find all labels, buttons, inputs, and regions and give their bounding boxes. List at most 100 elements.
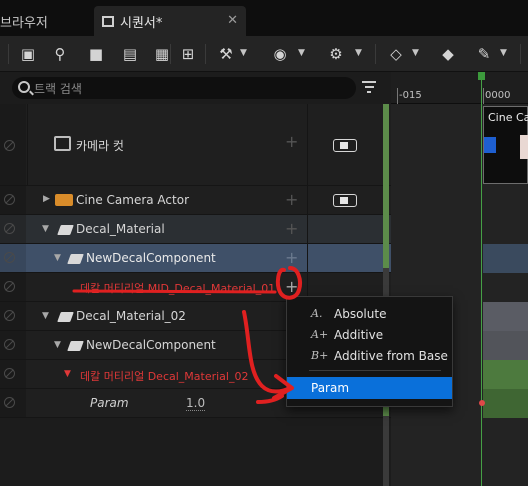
menu-item-absolute[interactable]: A. Absolute — [287, 304, 452, 324]
close-icon[interactable]: ✕ — [227, 13, 238, 28]
toolbar-divider — [170, 44, 171, 64]
track-label: 데칼 머티리얼 Decal_Material_02 — [80, 370, 249, 383]
track-label: NewDecalComponent — [86, 251, 216, 265]
tab-browser[interactable]: 브라우저 — [0, 6, 92, 36]
filter-icon[interactable] — [362, 81, 376, 95]
tab-bar: 브라우저 시퀀서* ✕ — [0, 0, 528, 36]
gear-icon[interactable]: ⚙ — [324, 42, 348, 66]
menu-item-param[interactable]: Param — [287, 377, 452, 399]
disabled-icon[interactable] — [4, 310, 15, 321]
search-input[interactable]: 트랙 검색 — [12, 77, 356, 99]
thumbnail-label: Cine Ca — [488, 111, 528, 124]
menu-item-additive[interactable]: A+ Additive — [287, 325, 452, 345]
chevron-down-icon[interactable]: ▼ — [54, 253, 61, 263]
disabled-icon[interactable] — [4, 140, 15, 151]
additive-icon: A+ — [311, 328, 329, 341]
track-gutter — [0, 273, 26, 301]
playhead-handle[interactable] — [478, 72, 485, 80]
menu-item-additive-from-base[interactable]: B+ Additive from Base — [287, 346, 452, 366]
menu-item-label: Param — [311, 381, 350, 395]
track-label: 데칼 머티리얼 MID_Decal_Material_01 — [80, 282, 276, 295]
track-gutter — [0, 389, 26, 417]
decal-actor-icon — [57, 312, 74, 322]
menu-item-label: Additive — [334, 328, 384, 342]
track-gutter — [0, 331, 26, 359]
track-gutter — [0, 302, 26, 330]
chevron-down-icon[interactable]: ▼ — [54, 340, 61, 350]
save-icon[interactable]: ▣ — [16, 42, 40, 66]
camera-lock-icon[interactable] — [333, 139, 357, 152]
add-track-icon[interactable]: + — [285, 132, 298, 151]
menu-divider — [309, 370, 441, 371]
track-row-camera-cut[interactable]: 카메라 컷 + — [0, 104, 391, 186]
eye-icon[interactable]: ◉ — [268, 42, 292, 66]
toolbar: ▣ ⚲ ■ ▤ ▦ ⊞ ⚒ ▼ ◉ ▼ ⚙ ▼ ◇ ▼ ◆ ✎ ▼ — [0, 36, 528, 72]
playhead[interactable] — [481, 72, 482, 486]
menu-item-label: Additive from Base — [334, 349, 448, 363]
add-track-icon[interactable]: + — [285, 277, 298, 296]
scroll-thumb[interactable] — [383, 104, 389, 268]
chevron-down-icon[interactable]: ▼ — [64, 369, 71, 379]
track-label: 카메라 컷 — [76, 139, 124, 153]
absolute-icon: A. — [311, 307, 323, 320]
track-gutter — [0, 186, 26, 214]
disabled-icon[interactable] — [4, 339, 15, 350]
timeline-lane[interactable] — [483, 389, 528, 418]
keyframe-dot[interactable] — [479, 400, 485, 406]
browse-icon[interactable]: ⚲ — [48, 42, 72, 66]
tab-browser-label: 브라우저 — [0, 15, 48, 31]
cine-camera-icon — [55, 194, 73, 206]
track-row-decal-material[interactable]: ▼ Decal_Material + — [0, 215, 391, 244]
thumbnail-shape — [484, 137, 496, 153]
sequencer-tab-icon — [102, 15, 114, 27]
pencil-icon[interactable]: ✎ — [472, 42, 496, 66]
clapper-icon[interactable]: ▤ — [118, 42, 142, 66]
disabled-icon[interactable] — [4, 194, 15, 205]
add-track-icon[interactable]: + — [285, 219, 298, 238]
chevron-down-icon[interactable]: ▼ — [42, 224, 49, 234]
tick-label: -015 — [399, 90, 422, 101]
track-label: NewDecalComponent — [86, 338, 216, 352]
additive-from-base-icon: B+ — [311, 349, 329, 362]
add-track-icon[interactable]: + — [285, 248, 298, 267]
tab-sequencer[interactable]: 시퀀서* ✕ — [94, 6, 246, 36]
key-tag-icon[interactable]: ◆ — [436, 42, 460, 66]
param-value-field[interactable]: 1.0 — [186, 396, 206, 411]
timeline-lane[interactable] — [483, 302, 528, 331]
chevron-right-icon[interactable]: ▶ — [43, 194, 50, 204]
timeline-ruler[interactable]: -015 0000 — [391, 72, 528, 104]
hierarchy-icon[interactable]: ⊞ — [176, 42, 200, 66]
chevron-down-icon[interactable]: ▼ — [412, 48, 422, 58]
track-row-cine-camera-actor[interactable]: ▶ Cine Camera Actor + — [0, 186, 391, 215]
camera-thumbnail[interactable]: Cine Ca — [483, 106, 528, 184]
wrench-icon[interactable]: ⚒ — [214, 42, 238, 66]
context-menu: A. Absolute A+ Additive B+ Additive from… — [286, 296, 453, 407]
timeline-lane[interactable] — [483, 244, 528, 273]
disabled-icon[interactable] — [4, 252, 15, 263]
chevron-down-icon[interactable]: ▼ — [500, 48, 510, 58]
add-track-icon[interactable]: + — [285, 190, 298, 209]
track-gutter — [0, 244, 26, 272]
decal-component-icon — [67, 341, 84, 351]
chevron-down-icon[interactable]: ▼ — [298, 48, 308, 58]
track-label: Decal_Material_02 — [76, 309, 186, 323]
disabled-icon[interactable] — [4, 368, 15, 379]
track-label: Cine Camera Actor — [76, 193, 189, 207]
track-gutter — [0, 104, 26, 185]
camera-icon[interactable]: ■ — [84, 42, 108, 66]
chevron-down-icon[interactable]: ▼ — [355, 48, 365, 58]
toolbar-divider — [375, 44, 376, 64]
disabled-icon[interactable] — [4, 223, 15, 234]
timeline-lane[interactable] — [483, 331, 528, 360]
disabled-icon[interactable] — [4, 397, 15, 408]
chevron-down-icon[interactable]: ▼ — [42, 311, 49, 321]
camera-lock-icon[interactable] — [333, 194, 357, 207]
timeline-lane[interactable] — [483, 360, 528, 389]
chevron-down-icon[interactable]: ▼ — [240, 48, 250, 58]
disabled-icon[interactable] — [4, 281, 15, 292]
decal-actor-icon — [57, 225, 74, 235]
track-label: Decal_Material — [76, 222, 165, 236]
keyframe-icon[interactable]: ◇ — [384, 42, 408, 66]
toolbar-divider — [205, 44, 206, 64]
track-row-new-decal-component[interactable]: ▼ NewDecalComponent + — [0, 244, 391, 273]
